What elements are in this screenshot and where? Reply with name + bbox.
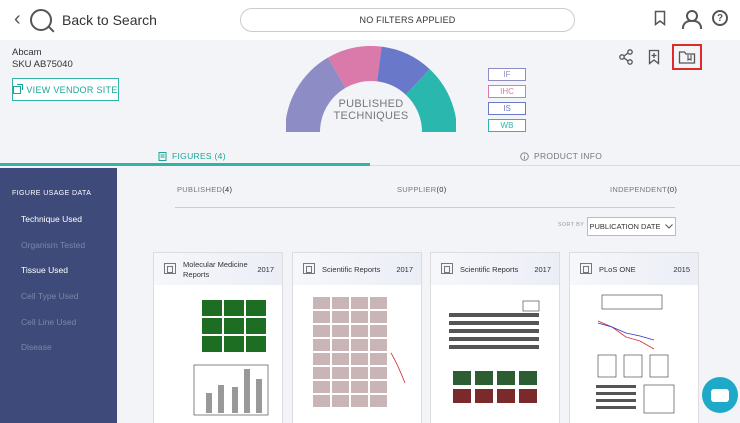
info-icon — [520, 151, 529, 161]
figure-thumbnail[interactable] — [582, 293, 686, 418]
save-folder-button[interactable] — [672, 44, 702, 70]
sidebar-item-cell-line-used[interactable]: Cell Line Used — [21, 317, 76, 327]
product-actions — [618, 44, 702, 70]
figure-thumbnail[interactable] — [443, 293, 547, 418]
vendor-info: Abcam SKU AB75040 — [12, 47, 73, 71]
back-to-search-button[interactable]: ‹ Back to Search — [14, 8, 157, 31]
subtab-published[interactable]: PUBLISHED(4) — [177, 185, 232, 194]
legend-wb[interactable]: WB — [488, 119, 526, 132]
vendor-name: Abcam — [12, 47, 42, 58]
active-tab-indicator — [0, 163, 370, 166]
tab-product-info[interactable]: PRODUCT INFO — [520, 151, 602, 161]
bookmark-icon[interactable] — [652, 10, 668, 27]
legend-is[interactable]: IS — [488, 102, 526, 115]
card-header: Scientific Reports 2017 — [431, 253, 559, 285]
legend-ihc[interactable]: IHC — [488, 85, 526, 98]
search-logo-icon — [30, 8, 52, 31]
figure-card[interactable]: Scientific Reports 2017 — [292, 252, 422, 423]
publication-year: 2017 — [257, 265, 274, 274]
publication-year: 2015 — [673, 265, 690, 274]
subtab-supplier[interactable]: SUPPLIER(0) — [397, 185, 447, 194]
technique-legend: IF IHC IS WB — [488, 68, 526, 132]
figure-usage-sidebar: FIGURE USAGE DATA Technique Used Organism… — [0, 168, 117, 423]
user-icon[interactable] — [682, 10, 702, 29]
card-header: Molecular Medicine Reports 2017 — [154, 253, 282, 285]
view-vendor-site-button[interactable]: VIEW VENDOR SITE — [12, 78, 119, 101]
figure-thumbnail[interactable] — [166, 293, 270, 418]
tab-figures-label: FIGURES (4) — [172, 151, 226, 161]
sort-select[interactable]: PUBLICATION DATE — [587, 217, 676, 236]
figure-thumbnail[interactable] — [305, 293, 409, 418]
sidebar-item-technique-used[interactable]: Technique Used — [21, 214, 82, 224]
journal-name: Scientific Reports — [460, 265, 519, 274]
filters-pill[interactable]: NO FILTERS APPLIED — [240, 8, 575, 32]
share-icon[interactable] — [618, 49, 634, 65]
publication-icon — [164, 263, 176, 274]
figure-card[interactable]: PLoS ONE 2015 — [569, 252, 699, 423]
publication-icon — [441, 263, 453, 274]
journal-name: Scientific Reports — [322, 265, 381, 274]
publication-icon — [580, 263, 592, 274]
chevron-left-icon: ‹ — [14, 8, 21, 30]
view-vendor-site-label: VIEW VENDOR SITE — [26, 84, 118, 95]
tab-figures[interactable]: FIGURES (4) — [158, 151, 226, 161]
top-bar: ‹ Back to Search NO FILTERS APPLIED ? — [0, 0, 740, 40]
publication-year: 2017 — [396, 265, 413, 274]
back-to-search-label: Back to Search — [62, 11, 157, 28]
tab-divider — [370, 165, 740, 166]
journal-name: PLoS ONE — [599, 265, 636, 274]
chevron-down-icon — [665, 224, 674, 229]
external-link-icon — [13, 83, 24, 94]
card-header: PLoS ONE 2015 — [570, 253, 698, 285]
sort-label: SORT BY — [558, 222, 585, 228]
sidebar-item-cell-type-used[interactable]: Cell Type Used — [21, 291, 78, 301]
product-sku: SKU AB75040 — [12, 59, 73, 70]
figures-icon — [158, 151, 167, 161]
publication-icon — [303, 263, 315, 274]
product-tabs: FIGURES (4) PRODUCT INFO — [0, 149, 740, 169]
tab-product-info-label: PRODUCT INFO — [534, 151, 603, 161]
publication-year: 2017 — [534, 265, 551, 274]
chat-button[interactable] — [702, 377, 738, 413]
sidebar-item-organism-tested[interactable]: Organism Tested — [21, 240, 85, 250]
card-header: Scientific Reports 2017 — [293, 253, 421, 285]
figure-card[interactable]: Scientific Reports 2017 — [430, 252, 560, 423]
subtab-divider — [175, 207, 675, 208]
sort-value: PUBLICATION DATE — [589, 222, 661, 231]
figure-card[interactable]: Molecular Medicine Reports 2017 — [153, 252, 283, 423]
sidebar-item-disease[interactable]: Disease — [21, 342, 52, 352]
bookmark-add-icon[interactable] — [646, 49, 662, 65]
help-icon[interactable]: ? — [712, 10, 728, 26]
sidebar-heading: FIGURE USAGE DATA — [12, 190, 92, 197]
techniques-donut: PUBLISHED TECHNIQUES — [286, 46, 456, 132]
donut-title: PUBLISHED TECHNIQUES — [333, 98, 409, 122]
legend-if[interactable]: IF — [488, 68, 526, 81]
sidebar-item-tissue-used[interactable]: Tissue Used — [21, 265, 68, 275]
folder-icon — [678, 51, 696, 64]
subtab-independent[interactable]: INDEPENDENT(0) — [610, 185, 677, 194]
journal-name: Molecular Medicine Reports — [183, 260, 248, 279]
